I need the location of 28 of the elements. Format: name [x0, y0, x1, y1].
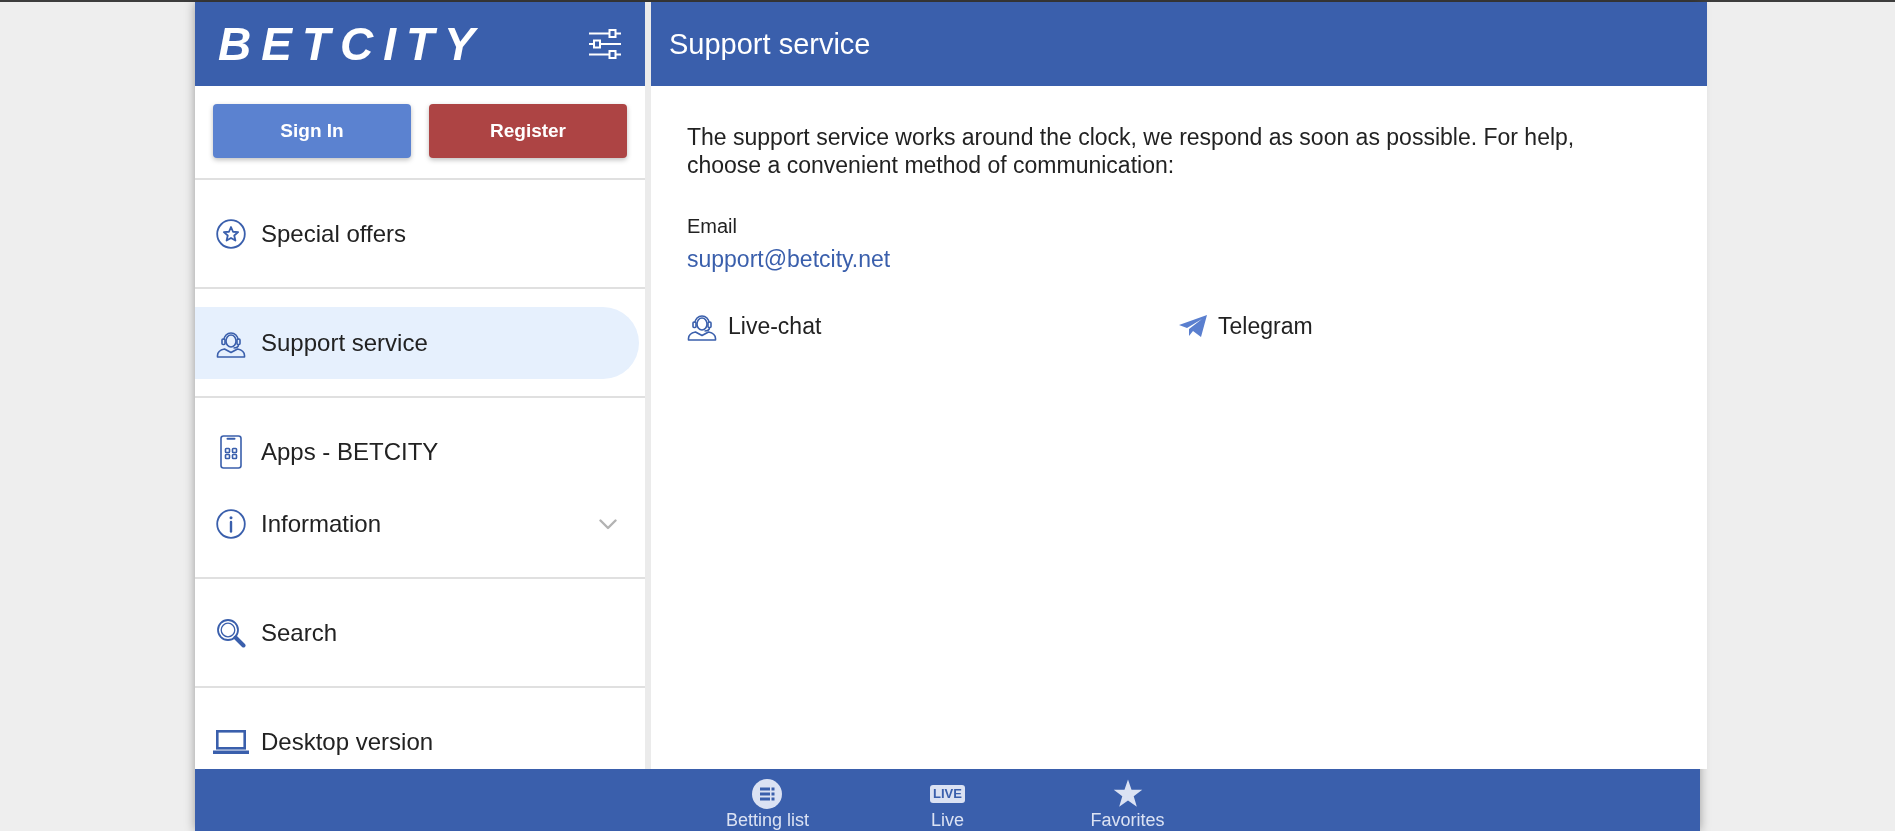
nav-tab[interactable]: Favorites	[1090, 769, 1165, 831]
settings-icon[interactable]	[589, 29, 621, 59]
nav-tab[interactable]: LIVE Live	[930, 769, 965, 831]
contact-link[interactable]: Live-chat	[687, 311, 822, 341]
sidebar-item[interactable]: Information	[195, 488, 639, 560]
search-icon	[216, 618, 246, 648]
email-label: Email	[687, 214, 737, 238]
live-badge: LIVE	[930, 785, 965, 803]
info-icon	[216, 509, 246, 539]
sign-in-button[interactable]: Sign In	[213, 104, 411, 158]
sidebar-item[interactable]: Desktop version	[195, 706, 639, 769]
star-icon	[1112, 779, 1143, 808]
sidebar-item[interactable]: Search	[195, 597, 639, 669]
paper-plane-icon	[1179, 315, 1207, 337]
email-link[interactable]: support@betcity.net	[687, 245, 891, 273]
laptop-icon	[213, 730, 249, 754]
register-button[interactable]: Register	[429, 104, 627, 158]
sidebar-item[interactable]: Apps - BETCITY	[195, 416, 639, 488]
list-icon	[752, 779, 783, 809]
nav-tab[interactable]: Betting list	[725, 769, 809, 831]
page-title: Support service	[669, 27, 871, 61]
contact-link[interactable]: Telegram	[1179, 311, 1313, 341]
star-circle-icon	[216, 219, 246, 249]
sidebar-item[interactable]: Special offers	[195, 198, 639, 270]
phone-icon	[219, 435, 243, 469]
logo[interactable]: BETCITY	[218, 21, 485, 67]
sidebar-item[interactable]: Support service	[195, 307, 639, 379]
intro-text: The support service works around the clock, we respond as soon as possible. For help, choose a convenient method of communication:	[687, 123, 1576, 179]
